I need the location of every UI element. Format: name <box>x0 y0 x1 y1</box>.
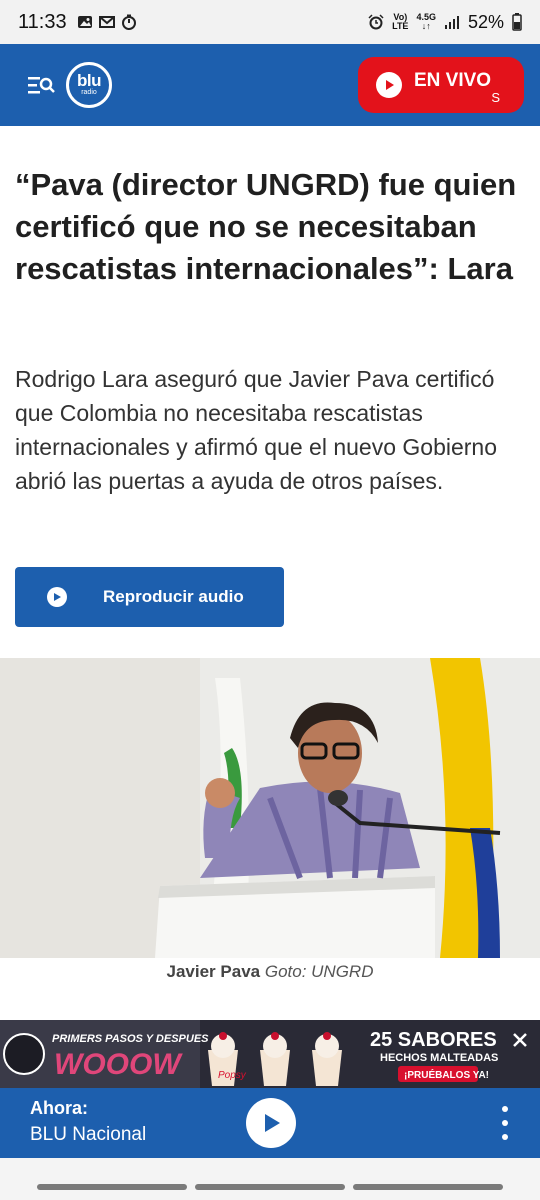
audio-button-label: Reproducir audio <box>103 587 244 606</box>
ad-banner[interactable]: PRIMERS PASOS Y DESPUES WOOOW Popsy 25 S… <box>0 1020 540 1088</box>
system-navigation-bar <box>0 1158 540 1200</box>
article-lead: Rodrigo Lara aseguró que Javier Pava cer… <box>15 366 498 494</box>
article-title: “Pava (director UNGRD) fue quien certifi… <box>15 167 517 286</box>
nav-segment-left[interactable] <box>37 1184 187 1190</box>
menu-search-icon <box>28 77 55 94</box>
live-play-icon <box>376 72 402 98</box>
menu-search-button[interactable] <box>24 68 58 102</box>
play-audio-button[interactable]: Reproducir audio <box>15 567 284 627</box>
play-icon <box>265 1114 280 1132</box>
nav-segment-home[interactable] <box>195 1184 345 1190</box>
ad-close-button[interactable] <box>508 1028 532 1052</box>
status-bar: 11:33 Vo) LTE 4.5G ↓↑ 52% <box>0 0 540 44</box>
logo-sub: radio <box>81 89 97 96</box>
caption-name: Javier Pava <box>166 962 261 981</box>
ad-big-text: WOOOW <box>54 1048 183 1081</box>
status-time: 11:33 <box>18 10 67 33</box>
player-now-label: Ahora: <box>30 1098 88 1118</box>
battery-icon <box>512 13 522 31</box>
gallery-icon <box>77 16 92 28</box>
close-icon <box>513 1033 527 1047</box>
alarm-icon <box>368 14 384 30</box>
blu-radio-logo[interactable]: blu radio <box>66 62 112 108</box>
ad-right-cta: ¡PRUÉBALOS YA! <box>404 1068 489 1081</box>
notification-icons <box>77 14 137 30</box>
more-dot <box>502 1120 508 1126</box>
gmail-icon <box>98 16 115 28</box>
ad-artwork: PRIMERS PASOS Y DESPUES WOOOW Popsy 25 S… <box>0 1020 540 1088</box>
ad-left-text: PRIMERS PASOS Y DESPUES <box>52 1033 209 1045</box>
signal-icon <box>444 16 459 29</box>
caption-credit: Goto: UNGRD <box>264 962 374 981</box>
more-dot <box>502 1106 508 1112</box>
photo-caption: Javier Pava Goto: UNGRD <box>0 962 540 982</box>
network-gen: 4.5G ↓↑ <box>416 12 436 31</box>
battery-percent: 52% <box>467 11 504 32</box>
player-station: BLU Nacional <box>30 1124 147 1145</box>
live-button[interactable]: EN VIVO S <box>358 57 524 113</box>
site-header: blu radio EN VIVO S <box>0 44 540 126</box>
timer-icon <box>121 14 136 30</box>
ad-right-title: 25 SABORES <box>370 1029 497 1051</box>
live-label: EN VIVO <box>414 70 492 91</box>
radio-player-bar: Ahora: BLU Nacional <box>0 1088 540 1158</box>
audio-play-icon <box>47 587 67 607</box>
article-photo <box>0 658 540 958</box>
network-volte: Vo) LTE <box>392 12 409 31</box>
player-more-button[interactable] <box>494 1106 516 1140</box>
logo-text: blu <box>77 71 102 90</box>
photo-illustration <box>0 658 540 958</box>
nav-segment-right[interactable] <box>353 1184 503 1190</box>
status-right: Vo) LTE 4.5G ↓↑ 52% <box>368 12 522 33</box>
ad-right-sub: HECHOS MALTEADAS <box>380 1052 498 1064</box>
live-sub: S <box>491 90 500 105</box>
more-dot <box>502 1134 508 1140</box>
ad-brand: Popsy <box>218 1070 247 1081</box>
player-play-button[interactable] <box>246 1098 296 1148</box>
